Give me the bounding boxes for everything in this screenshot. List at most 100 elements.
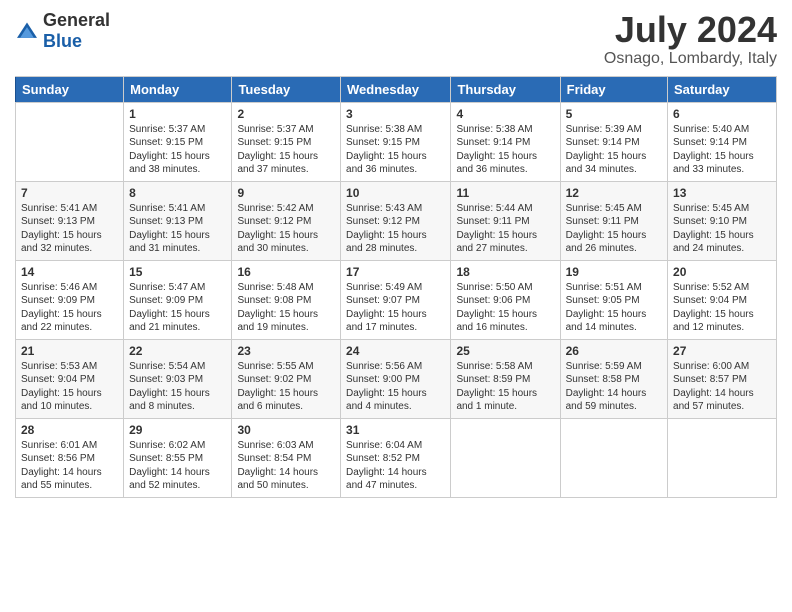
day-info: Sunrise: 5:41 AMSunset: 9:13 PMDaylight:…: [21, 202, 118, 256]
day-info: Sunrise: 5:43 AMSunset: 9:12 PMDaylight:…: [346, 202, 445, 256]
day-info: Sunrise: 5:48 AMSunset: 9:08 PMDaylight:…: [237, 281, 335, 335]
day-number: 6: [673, 107, 771, 121]
calendar-cell: [668, 418, 777, 497]
calendar-cell: [16, 102, 124, 181]
calendar-cell: 26 Sunrise: 5:59 AMSunset: 8:58 PMDaylig…: [560, 339, 667, 418]
calendar-cell: [451, 418, 560, 497]
col-sunday: Sunday: [16, 76, 124, 102]
calendar-cell: 29 Sunrise: 6:02 AMSunset: 8:55 PMDaylig…: [124, 418, 232, 497]
calendar-cell: 11 Sunrise: 5:44 AMSunset: 9:11 PMDaylig…: [451, 181, 560, 260]
calendar-cell: 13 Sunrise: 5:45 AMSunset: 9:10 PMDaylig…: [668, 181, 777, 260]
calendar-cell: 6 Sunrise: 5:40 AMSunset: 9:14 PMDayligh…: [668, 102, 777, 181]
logo-general: General: [43, 10, 110, 30]
col-friday: Friday: [560, 76, 667, 102]
calendar-cell: 2 Sunrise: 5:37 AMSunset: 9:15 PMDayligh…: [232, 102, 341, 181]
title-area: July 2024 Osnago, Lombardy, Italy: [604, 10, 777, 68]
day-number: 17: [346, 265, 445, 279]
calendar-week-0: 1 Sunrise: 5:37 AMSunset: 9:15 PMDayligh…: [16, 102, 777, 181]
day-info: Sunrise: 5:58 AMSunset: 8:59 PMDaylight:…: [456, 360, 554, 414]
day-number: 30: [237, 423, 335, 437]
calendar-cell: 8 Sunrise: 5:41 AMSunset: 9:13 PMDayligh…: [124, 181, 232, 260]
header-row: Sunday Monday Tuesday Wednesday Thursday…: [16, 76, 777, 102]
day-info: Sunrise: 5:40 AMSunset: 9:14 PMDaylight:…: [673, 123, 771, 177]
col-monday: Monday: [124, 76, 232, 102]
calendar-cell: 4 Sunrise: 5:38 AMSunset: 9:14 PMDayligh…: [451, 102, 560, 181]
day-info: Sunrise: 5:38 AMSunset: 9:15 PMDaylight:…: [346, 123, 445, 177]
calendar-cell: 30 Sunrise: 6:03 AMSunset: 8:54 PMDaylig…: [232, 418, 341, 497]
day-number: 1: [129, 107, 226, 121]
day-number: 15: [129, 265, 226, 279]
day-info: Sunrise: 5:54 AMSunset: 9:03 PMDaylight:…: [129, 360, 226, 414]
calendar-cell: 24 Sunrise: 5:56 AMSunset: 9:00 PMDaylig…: [341, 339, 451, 418]
day-info: Sunrise: 5:56 AMSunset: 9:00 PMDaylight:…: [346, 360, 445, 414]
col-thursday: Thursday: [451, 76, 560, 102]
header: General Blue July 2024 Osnago, Lombardy,…: [15, 10, 777, 68]
calendar-cell: 28 Sunrise: 6:01 AMSunset: 8:56 PMDaylig…: [16, 418, 124, 497]
col-tuesday: Tuesday: [232, 76, 341, 102]
calendar-week-4: 28 Sunrise: 6:01 AMSunset: 8:56 PMDaylig…: [16, 418, 777, 497]
day-number: 27: [673, 344, 771, 358]
day-number: 22: [129, 344, 226, 358]
day-info: Sunrise: 5:59 AMSunset: 8:58 PMDaylight:…: [566, 360, 662, 414]
day-number: 5: [566, 107, 662, 121]
day-number: 26: [566, 344, 662, 358]
calendar-cell: 5 Sunrise: 5:39 AMSunset: 9:14 PMDayligh…: [560, 102, 667, 181]
day-info: Sunrise: 5:45 AMSunset: 9:11 PMDaylight:…: [566, 202, 662, 256]
calendar-cell: 1 Sunrise: 5:37 AMSunset: 9:15 PMDayligh…: [124, 102, 232, 181]
calendar-cell: 9 Sunrise: 5:42 AMSunset: 9:12 PMDayligh…: [232, 181, 341, 260]
month-title: July 2024: [604, 10, 777, 50]
day-info: Sunrise: 5:47 AMSunset: 9:09 PMDaylight:…: [129, 281, 226, 335]
day-info: Sunrise: 6:04 AMSunset: 8:52 PMDaylight:…: [346, 439, 445, 493]
day-number: 7: [21, 186, 118, 200]
calendar-week-3: 21 Sunrise: 5:53 AMSunset: 9:04 PMDaylig…: [16, 339, 777, 418]
day-info: Sunrise: 5:37 AMSunset: 9:15 PMDaylight:…: [129, 123, 226, 177]
day-number: 3: [346, 107, 445, 121]
calendar-cell: 20 Sunrise: 5:52 AMSunset: 9:04 PMDaylig…: [668, 260, 777, 339]
day-info: Sunrise: 5:41 AMSunset: 9:13 PMDaylight:…: [129, 202, 226, 256]
day-number: 31: [346, 423, 445, 437]
day-info: Sunrise: 6:00 AMSunset: 8:57 PMDaylight:…: [673, 360, 771, 414]
day-info: Sunrise: 5:52 AMSunset: 9:04 PMDaylight:…: [673, 281, 771, 335]
day-number: 11: [456, 186, 554, 200]
day-number: 25: [456, 344, 554, 358]
calendar-cell: 14 Sunrise: 5:46 AMSunset: 9:09 PMDaylig…: [16, 260, 124, 339]
calendar-cell: 3 Sunrise: 5:38 AMSunset: 9:15 PMDayligh…: [341, 102, 451, 181]
day-number: 10: [346, 186, 445, 200]
day-number: 2: [237, 107, 335, 121]
day-number: 12: [566, 186, 662, 200]
day-info: Sunrise: 5:42 AMSunset: 9:12 PMDaylight:…: [237, 202, 335, 256]
calendar-cell: 21 Sunrise: 5:53 AMSunset: 9:04 PMDaylig…: [16, 339, 124, 418]
calendar-cell: 23 Sunrise: 5:55 AMSunset: 9:02 PMDaylig…: [232, 339, 341, 418]
day-number: 14: [21, 265, 118, 279]
calendar-week-2: 14 Sunrise: 5:46 AMSunset: 9:09 PMDaylig…: [16, 260, 777, 339]
day-info: Sunrise: 5:55 AMSunset: 9:02 PMDaylight:…: [237, 360, 335, 414]
day-info: Sunrise: 5:38 AMSunset: 9:14 PMDaylight:…: [456, 123, 554, 177]
day-info: Sunrise: 5:49 AMSunset: 9:07 PMDaylight:…: [346, 281, 445, 335]
day-number: 23: [237, 344, 335, 358]
calendar-cell: 10 Sunrise: 5:43 AMSunset: 9:12 PMDaylig…: [341, 181, 451, 260]
calendar-cell: 19 Sunrise: 5:51 AMSunset: 9:05 PMDaylig…: [560, 260, 667, 339]
calendar-cell: [560, 418, 667, 497]
day-info: Sunrise: 5:46 AMSunset: 9:09 PMDaylight:…: [21, 281, 118, 335]
logo-icon: [15, 21, 39, 41]
logo-blue: Blue: [43, 31, 82, 51]
day-info: Sunrise: 5:45 AMSunset: 9:10 PMDaylight:…: [673, 202, 771, 256]
day-info: Sunrise: 6:01 AMSunset: 8:56 PMDaylight:…: [21, 439, 118, 493]
calendar-week-1: 7 Sunrise: 5:41 AMSunset: 9:13 PMDayligh…: [16, 181, 777, 260]
calendar-cell: 27 Sunrise: 6:00 AMSunset: 8:57 PMDaylig…: [668, 339, 777, 418]
calendar-cell: 15 Sunrise: 5:47 AMSunset: 9:09 PMDaylig…: [124, 260, 232, 339]
day-number: 4: [456, 107, 554, 121]
day-number: 9: [237, 186, 335, 200]
day-info: Sunrise: 5:37 AMSunset: 9:15 PMDaylight:…: [237, 123, 335, 177]
calendar-cell: 16 Sunrise: 5:48 AMSunset: 9:08 PMDaylig…: [232, 260, 341, 339]
day-info: Sunrise: 6:02 AMSunset: 8:55 PMDaylight:…: [129, 439, 226, 493]
calendar-table: Sunday Monday Tuesday Wednesday Thursday…: [15, 76, 777, 498]
day-number: 18: [456, 265, 554, 279]
day-number: 8: [129, 186, 226, 200]
day-number: 16: [237, 265, 335, 279]
calendar-cell: 12 Sunrise: 5:45 AMSunset: 9:11 PMDaylig…: [560, 181, 667, 260]
location-title: Osnago, Lombardy, Italy: [604, 50, 777, 68]
page-container: General Blue July 2024 Osnago, Lombardy,…: [0, 0, 792, 508]
day-number: 13: [673, 186, 771, 200]
day-info: Sunrise: 5:50 AMSunset: 9:06 PMDaylight:…: [456, 281, 554, 335]
